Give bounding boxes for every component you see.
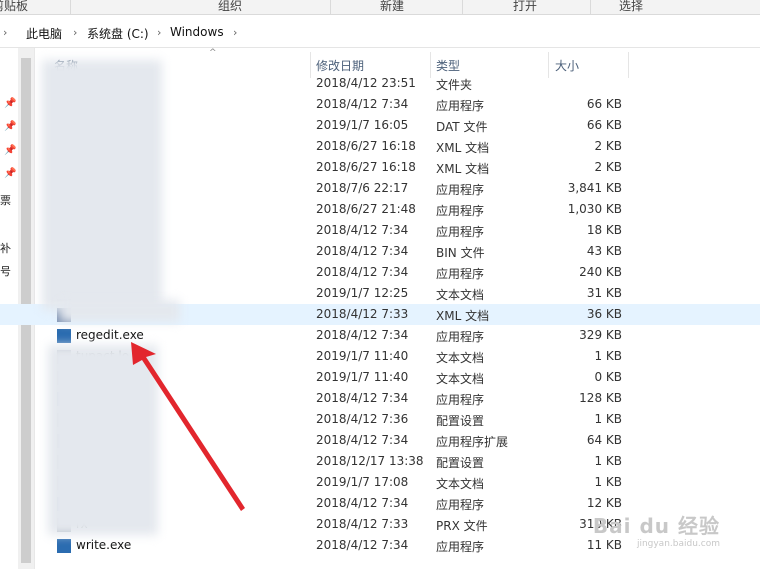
annotation-arrow (131, 342, 245, 511)
red-arrow-shape (131, 342, 245, 511)
watermark-url: jingyan.baidu.com (636, 539, 720, 549)
watermark: Bai du 经验 jingyan.baidu.com (593, 510, 720, 549)
watermark-brand: Bai du 经验 (592, 514, 720, 538)
